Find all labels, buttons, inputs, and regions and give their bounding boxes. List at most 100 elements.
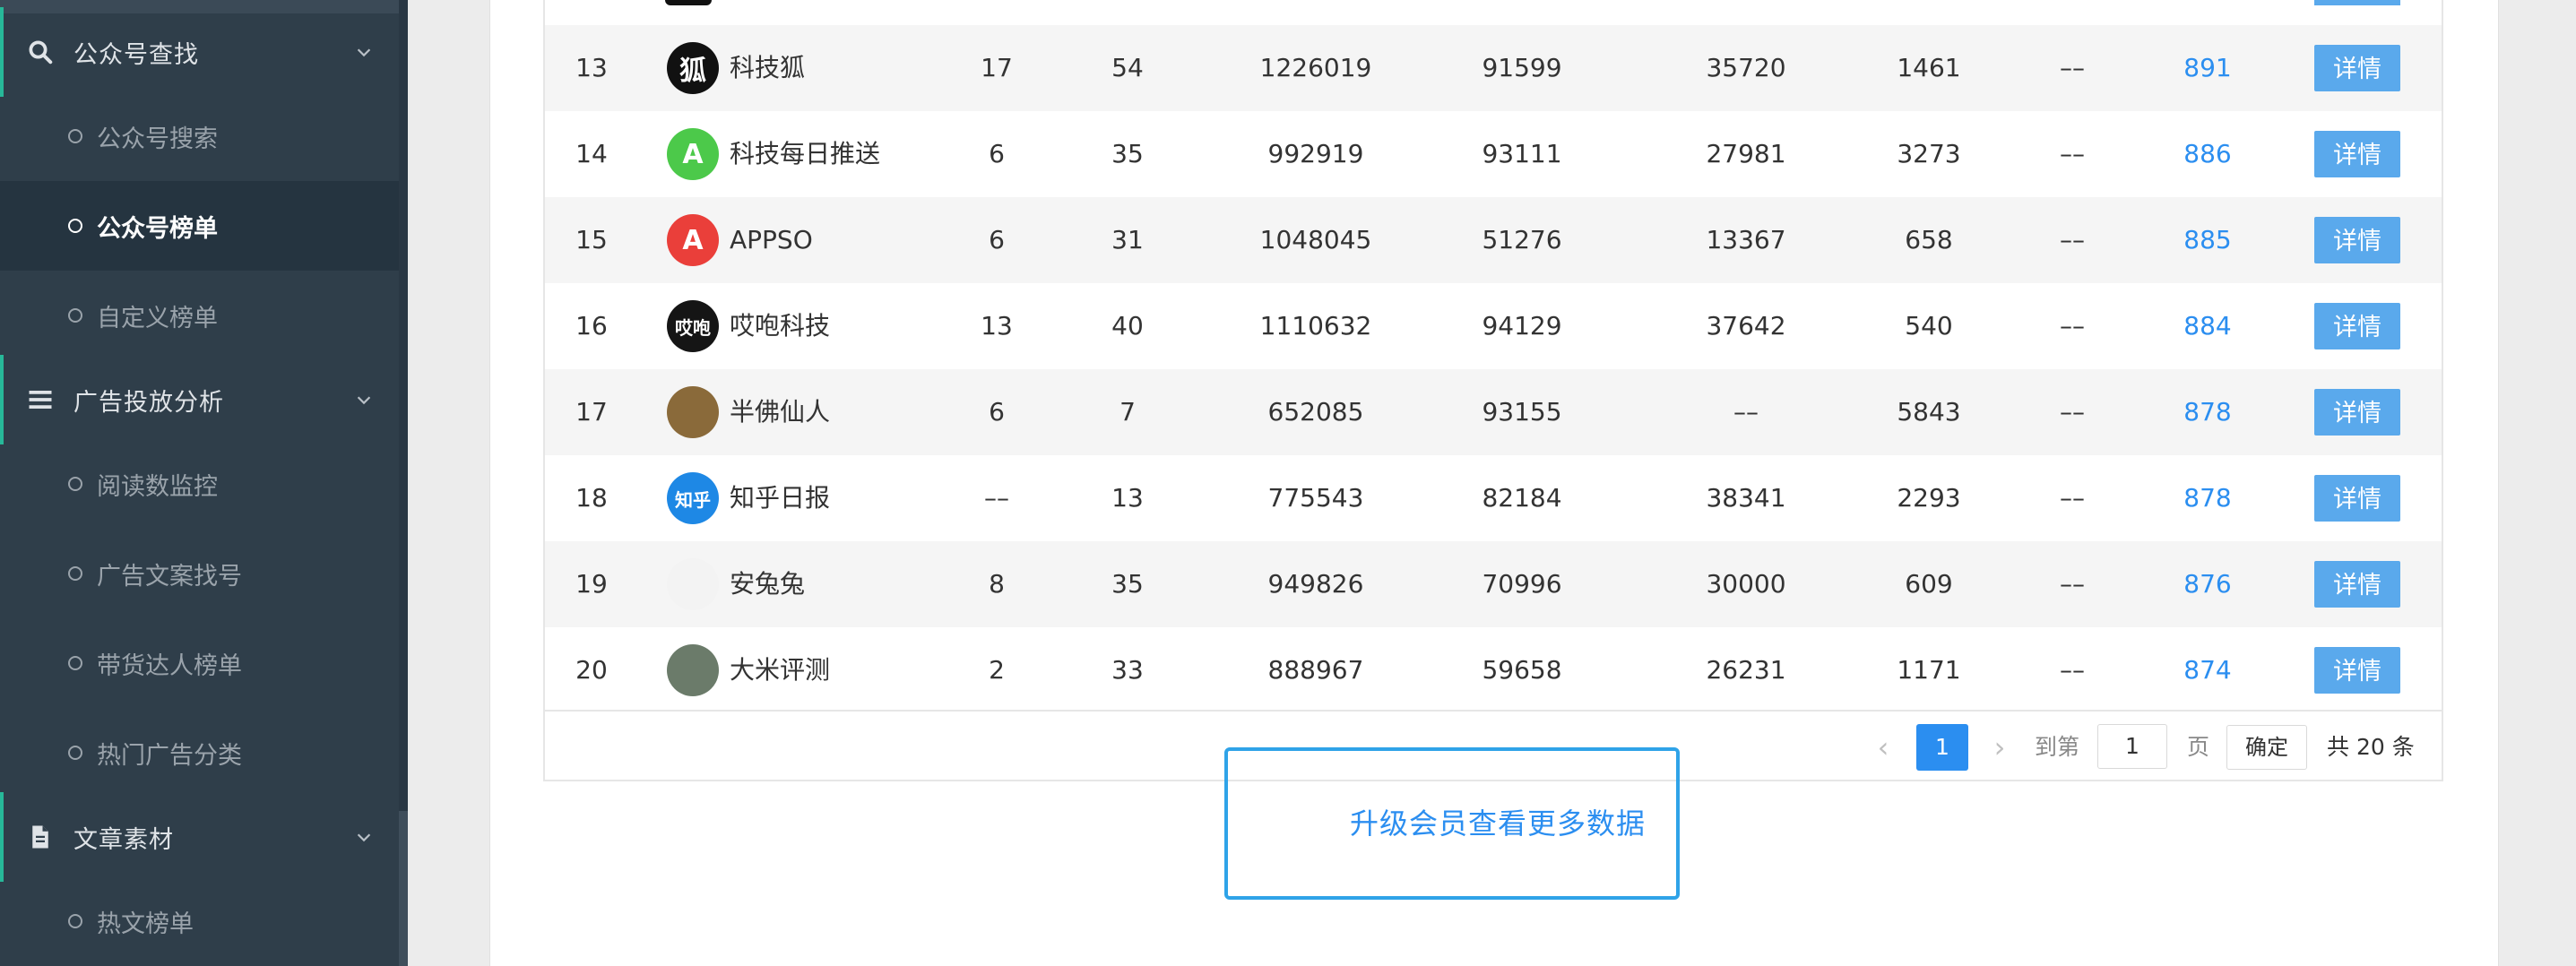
cell-c2: 40 [1111, 311, 1144, 341]
cell-c5: 27981 [1706, 139, 1786, 168]
cell-c2: 13 [1111, 483, 1144, 513]
score-link[interactable]: 884 [2131, 283, 2284, 369]
score-link[interactable]: 886 [2131, 111, 2284, 197]
avatar-text: A [682, 138, 704, 170]
table-row: 15 6 31 1048045 51276 13367 658 –– 885 A APPSO 详情 [545, 197, 2442, 283]
chevron-down-icon[interactable] [354, 827, 374, 847]
chevron-down-icon[interactable] [354, 42, 374, 62]
cell-c6: 3273 [1897, 139, 1961, 168]
cell-c2: 31 [1111, 225, 1144, 254]
sidebar-group-label: 广告投放分析 [73, 388, 224, 417]
table-row: 17 6 7 652085 93155 –– 5843 –– 878 半佛仙人 详情 [545, 369, 2442, 455]
sidebar-item-seller-ranking[interactable]: 带货达人榜单 [0, 618, 399, 708]
detail-button[interactable]: 详情 [2314, 131, 2400, 177]
score-link[interactable]: 876 [2131, 541, 2284, 627]
cell-c2: 35 [1111, 569, 1144, 599]
upgrade-membership-box[interactable]: 升级会员查看更多数据 [1224, 747, 1680, 900]
account-name[interactable]: 大米评测 [730, 627, 830, 713]
score-link[interactable]: 891 [2131, 25, 2284, 111]
account-avatar: A [667, 214, 719, 266]
account-name[interactable]: 安兔兔 [730, 541, 805, 627]
detail-button[interactable]: 详情 [2314, 45, 2400, 91]
cell-rank: 16 [575, 311, 608, 341]
circle-icon [68, 219, 82, 233]
account-name[interactable]: 知乎日报 [730, 455, 830, 541]
cell-rank: 14 [575, 139, 608, 168]
account-name[interactable]: 半佛仙人 [730, 369, 830, 455]
sidebar-item-account-search[interactable]: 公众号搜索 [0, 91, 399, 181]
detail-button[interactable]: 详情 [2314, 561, 2400, 608]
account-name[interactable]: APPSO [730, 197, 813, 283]
sidebar-item-label: 带货达人榜单 [97, 651, 242, 680]
previous-row-detail-button-fragment[interactable] [2314, 0, 2400, 5]
circle-icon [68, 566, 82, 581]
sidebar-item-custom-ranking[interactable]: 自定义榜单 [0, 271, 399, 360]
prev-page-chevron-icon[interactable]: ‹ [1870, 724, 1897, 771]
next-page-chevron-icon[interactable]: › [1986, 724, 2013, 771]
chevron-down-icon[interactable] [354, 390, 374, 410]
cell-c3: 652085 [1267, 397, 1364, 427]
sidebar-item-label: 阅读数监控 [97, 472, 218, 501]
circle-icon [68, 129, 82, 143]
sidebar-item-ad-copy-search[interactable]: 广告文案找号 [0, 529, 399, 618]
table-row: 18 –– 13 775543 82184 38341 2293 –– 878 知乎 知乎日报 详情 [545, 455, 2442, 541]
account-name[interactable]: 哎咆科技 [730, 283, 830, 369]
detail-button[interactable]: 详情 [2314, 217, 2400, 263]
sidebar-item-read-monitor[interactable]: 阅读数监控 [0, 439, 399, 529]
total-count: 共 20 条 [2327, 734, 2415, 760]
cell-c7: –– [2060, 139, 2085, 168]
avatar-text: 狐 [679, 56, 706, 87]
sidebar-group-account-search[interactable]: 公众号查找 [0, 7, 399, 97]
score-link[interactable]: 874 [2131, 627, 2284, 713]
cell-c3: 992919 [1267, 139, 1364, 168]
account-avatar: 知乎 [667, 472, 719, 524]
cell-c7: –– [2060, 53, 2085, 82]
cell-rank: 15 [575, 225, 608, 254]
detail-button[interactable]: 详情 [2314, 475, 2400, 522]
detail-button[interactable]: 详情 [2314, 647, 2400, 694]
sidebar: 公众号查找 公众号搜索 公众号榜单 自定义榜单 广告投放分析 阅读数监控 广告文… [0, 0, 408, 966]
sidebar-group-article-materials[interactable]: 文章素材 [0, 792, 399, 882]
cell-c5: 35720 [1706, 53, 1786, 82]
group-accent-bar [0, 355, 4, 444]
cell-c5: 13367 [1706, 225, 1786, 254]
cell-c5: 38341 [1706, 483, 1786, 513]
group-accent-bar [0, 792, 4, 882]
upgrade-membership-link[interactable]: 升级会员查看更多数据 [1350, 751, 1646, 896]
detail-button[interactable]: 详情 [2314, 389, 2400, 436]
sidebar-group-ad-analysis[interactable]: 广告投放分析 [0, 355, 399, 444]
sidebar-item-hot-articles[interactable]: 热文榜单 [0, 876, 399, 966]
cell-c2: 7 [1119, 397, 1136, 427]
account-name[interactable]: 科技每日推送 [730, 111, 880, 197]
menu-lines-icon [29, 391, 52, 409]
sidebar-item-label: 公众号搜索 [97, 125, 218, 153]
sidebar-item-hot-ad-categories[interactable]: 热门广告分类 [0, 708, 399, 798]
goto-page-input[interactable] [2097, 724, 2167, 769]
detail-button[interactable]: 详情 [2314, 303, 2400, 349]
cell-c7: –– [2060, 311, 2085, 341]
account-avatar [667, 558, 719, 610]
cell-c3: 949826 [1267, 569, 1364, 599]
cell-c4: 93111 [1482, 139, 1562, 168]
cell-c1: 6 [989, 397, 1005, 427]
cell-c7: –– [2060, 397, 2085, 427]
current-page-button[interactable]: 1 [1916, 724, 1968, 771]
cell-c6: 2293 [1897, 483, 1961, 513]
cell-c3: 888967 [1267, 655, 1364, 685]
sidebar-item-label: 广告文案找号 [97, 562, 242, 591]
sidebar-scrollbar-thumb[interactable] [399, 811, 408, 966]
ranking-table: 13 17 54 1226019 91599 35720 1461 –– 891 狐科技狐 详情 14… [543, 0, 2443, 781]
score-link[interactable]: 878 [2131, 369, 2284, 455]
sidebar-item-account-ranking[interactable]: 公众号榜单 [0, 181, 399, 271]
cell-rank: 20 [575, 655, 608, 685]
goto-label: 到第 [2035, 734, 2080, 760]
score-link[interactable]: 878 [2131, 455, 2284, 541]
table-footer-divider [543, 710, 2443, 712]
confirm-button[interactable]: 确定 [2226, 725, 2307, 770]
account-avatar: 狐 [667, 42, 719, 94]
cell-c1: 13 [981, 311, 1013, 341]
previous-row-avatar-fragment [665, 0, 712, 5]
account-avatar: A [667, 128, 719, 180]
score-link[interactable]: 885 [2131, 197, 2284, 283]
account-name[interactable]: 科技狐 [730, 25, 805, 111]
